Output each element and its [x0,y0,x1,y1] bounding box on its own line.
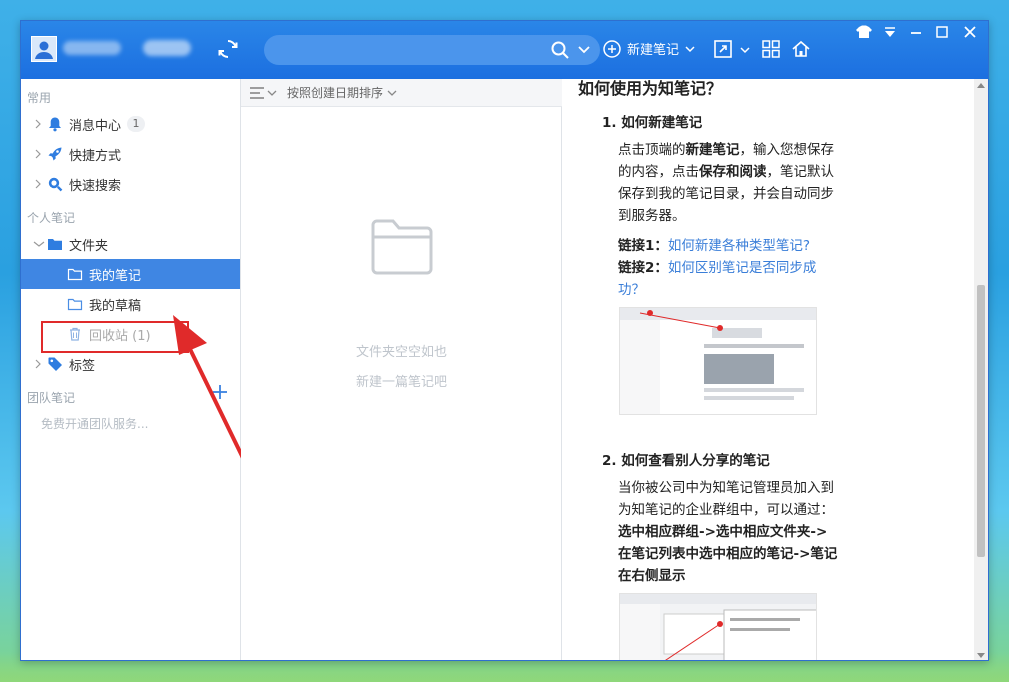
sidebar-item-messages[interactable]: 消息中心 1 [21,109,240,139]
folder-outline-icon [67,268,83,281]
chevron-down-icon[interactable] [685,45,695,53]
minimize-icon[interactable] [907,24,925,40]
tutorial-image [620,594,816,660]
unread-badge: 1 [127,116,146,132]
list-toolbar: 按照创建日期排序 [241,79,562,107]
user-info-blurred [143,40,191,56]
chevron-down-icon[interactable] [740,46,750,54]
tutorial-image [620,308,816,414]
tutorial-screenshot-1 [619,307,817,415]
section-title-common: 常用 [27,91,52,105]
home-icon[interactable] [791,39,811,59]
step2-paragraph: 当你被公司中为知笔记管理员加入到为知笔记的企业群组中，可以通过：选中相应群组->… [618,480,838,584]
chevron-down-icon[interactable] [267,89,277,97]
chevron-right-icon[interactable] [33,149,45,159]
rocket-icon [48,147,62,161]
close-icon[interactable] [961,24,979,40]
sidebar-item-my-notes[interactable]: 我的笔记 [21,259,240,289]
sidebar-item-shortcuts[interactable]: 快捷方式 [21,139,240,169]
view-mode-icon[interactable] [249,86,265,100]
note-content: 如何使用为知笔记？ 1. 如何新建笔记 点击顶端的新建笔记，输入您想保存的内容，… [562,79,974,660]
search-box[interactable] [264,35,600,65]
tag-icon [48,357,62,371]
expand-icon[interactable] [713,39,733,59]
link-new-note-types[interactable]: 如何新建各种类型笔记? [668,238,810,254]
content-heading: 如何使用为知笔记？ [578,79,723,98]
grid-icon[interactable] [761,39,781,59]
skin-icon[interactable] [855,24,873,40]
sort-dropdown[interactable]: 按照创建日期排序 [287,84,383,101]
chevron-down-icon[interactable] [33,239,45,249]
new-note-label: 新建笔记 [627,43,680,58]
app-window: 新建笔记 常用 消息中心 1 快捷方式 快速搜索 个人笔记 文件夹 我的笔记 我… [20,20,989,661]
search-icon [48,177,63,192]
note-list-panel: 按照创建日期排序 文件夹空空如也 新建一篇笔记吧 [241,79,562,660]
chevron-right-icon[interactable] [33,179,45,189]
team-service-link[interactable]: 免费开通团队服务... [41,415,148,432]
avatar[interactable] [31,36,57,62]
sidebar-item-label: 我的笔记 [89,268,142,284]
chevron-right-icon[interactable] [33,119,45,129]
sync-icon[interactable] [217,38,239,60]
sidebar-item-label: 消息中心 [69,118,122,134]
search-icon[interactable] [550,40,570,60]
title-bar: 新建笔记 [21,21,988,79]
bell-icon [49,117,61,132]
scroll-up-icon[interactable] [977,82,985,88]
chevron-down-icon[interactable] [578,45,590,55]
sidebar-item-quick-search[interactable]: 快速搜索 [21,169,240,199]
empty-message-line1: 文件夹空空如也 [355,345,447,360]
empty-folder-icon [371,219,433,275]
links-block: 链接1：如何新建各种类型笔记? 链接2：如何区别笔记是否同步成功？ [618,238,817,298]
empty-message-line2: 新建一篇笔记吧 [355,375,447,390]
section-title-personal: 个人笔记 [27,211,76,225]
sidebar-item-folders[interactable]: 文件夹 [21,229,240,259]
step1-title: 1. 如何新建笔记 [602,115,703,131]
scroll-down-icon[interactable] [977,653,985,659]
sidebar-item-label: 我的草稿 [89,298,142,314]
user-name-blurred [63,41,121,55]
content-scrollbar[interactable] [974,79,988,660]
sidebar-item-label: 快捷方式 [69,148,122,164]
sidebar-item-label: 标签 [69,358,96,374]
user-icon [35,41,53,59]
section-title-team: 团队笔记 [27,391,76,405]
sidebar-item-label: 快速搜索 [69,178,122,194]
chevron-down-icon[interactable] [387,89,397,97]
chevron-right-icon[interactable] [33,359,45,369]
new-note-button[interactable]: 新建笔记 [603,39,695,58]
tutorial-screenshot-2 [619,593,817,660]
sidebar-item-label: 文件夹 [69,238,109,254]
scrollbar-thumb[interactable] [977,285,985,557]
folder-outline-icon [67,298,83,311]
maximize-icon[interactable] [933,24,951,40]
folder-icon [48,239,62,250]
plus-circle-icon [603,39,621,58]
menu-dropdown-icon[interactable] [881,24,899,40]
step2-title: 2. 如何查看别人分享的笔记 [602,453,770,469]
step1-paragraph: 点击顶端的新建笔记，输入您想保存的内容，点击保存和阅读，笔记默认保存到我的笔记目… [618,142,834,224]
